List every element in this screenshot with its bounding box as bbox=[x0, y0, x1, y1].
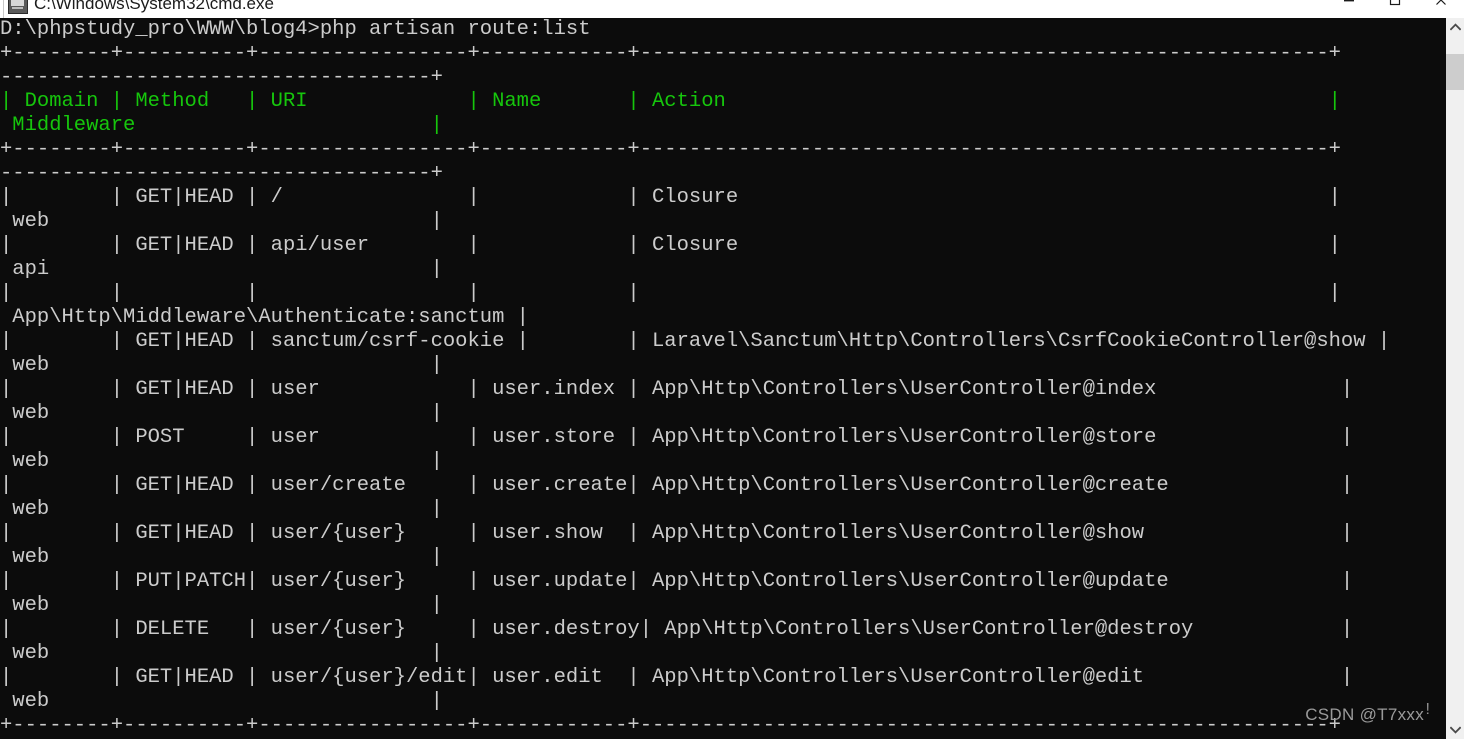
console-line: | | GET|HEAD | / | | Closure | bbox=[0, 186, 1341, 209]
window-left-edge bbox=[0, 0, 4, 18]
console-line: web | bbox=[0, 642, 443, 665]
console-line: | | GET|HEAD | user/{user}/edit| user.ed… bbox=[0, 666, 1354, 689]
chevron-up-icon bbox=[1449, 23, 1461, 31]
minimize-button[interactable] bbox=[1326, 0, 1372, 16]
console-line: +--------+----------+-----------------+-… bbox=[0, 42, 1341, 65]
window-title: C:\Windows\System32\cmd.exe bbox=[34, 0, 274, 13]
console-line: | | PUT|PATCH| user/{user} | user.update… bbox=[0, 570, 1354, 593]
console-scrollbar[interactable] bbox=[1446, 18, 1464, 739]
console-line: | | GET|HEAD | user/{user} | user.show |… bbox=[0, 522, 1354, 545]
minimize-icon bbox=[1344, 0, 1354, 2]
console-line: | | POST | user | user.store | App\Http\… bbox=[0, 426, 1354, 449]
title-bar: C:\Windows\System32\cmd.exe bbox=[0, 0, 1464, 18]
console-line: +--------+----------+-----------------+-… bbox=[0, 138, 1341, 161]
window-controls bbox=[1326, 0, 1464, 16]
chevron-down-icon bbox=[1449, 726, 1461, 734]
console-line: App\Http\Middleware\Authenticate:sanctum… bbox=[0, 306, 529, 329]
console-output-area[interactable]: D:\phpstudy_pro\WWW\blog4>php artisan ro… bbox=[0, 18, 1446, 739]
console-line: | | | | | | bbox=[0, 282, 1341, 305]
scrollbar-up-button[interactable] bbox=[1446, 18, 1464, 36]
console-line: web | bbox=[0, 210, 443, 233]
csdn-watermark: CSDN @T7xxx bbox=[1305, 705, 1424, 724]
prompt-line: D:\phpstudy_pro\WWW\blog4>php artisan ro… bbox=[0, 18, 591, 41]
console-line: web | bbox=[0, 594, 443, 617]
console-cursor-marker: ! bbox=[1425, 701, 1430, 718]
scrollbar-down-button[interactable] bbox=[1446, 721, 1464, 739]
close-button[interactable] bbox=[1418, 0, 1464, 16]
console-line: -----------------------------------+ bbox=[0, 162, 443, 185]
console-line: | Domain | Method | URI | Name | Action … bbox=[0, 90, 1341, 113]
console-line: | | GET|HEAD | user | user.index | App\H… bbox=[0, 378, 1354, 401]
console-line: api | bbox=[0, 258, 443, 281]
console-line: | | DELETE | user/{user} | user.destroy|… bbox=[0, 618, 1354, 641]
cmd-window: C:\Windows\System32\cmd.exe D:\phpstudy_… bbox=[0, 0, 1464, 739]
scrollbar-thumb[interactable] bbox=[1446, 54, 1464, 90]
maximize-button[interactable] bbox=[1372, 0, 1418, 16]
console-line: web | bbox=[0, 546, 443, 569]
console-line: web | bbox=[0, 690, 443, 713]
console-line: web | bbox=[0, 498, 443, 521]
console-line: | | GET|HEAD | api/user | | Closure | bbox=[0, 234, 1341, 257]
console-line: web | bbox=[0, 354, 443, 377]
close-icon bbox=[1436, 0, 1446, 5]
console-line: Middleware | bbox=[0, 114, 443, 137]
console-line: -----------------------------------+ bbox=[0, 66, 443, 89]
console-line: web | bbox=[0, 450, 443, 473]
cmd-icon bbox=[8, 0, 28, 14]
console-line: | | GET|HEAD | user/create | user.create… bbox=[0, 474, 1354, 497]
console-text: D:\phpstudy_pro\WWW\blog4>php artisan ro… bbox=[0, 18, 1390, 738]
console-line: web | bbox=[0, 402, 443, 425]
title-bar-left: C:\Windows\System32\cmd.exe bbox=[8, 0, 274, 14]
console-line: +--------+----------+-----------------+-… bbox=[0, 714, 1341, 737]
console-line: | | GET|HEAD | sanctum/csrf-cookie | | L… bbox=[0, 330, 1391, 353]
maximize-icon bbox=[1389, 0, 1401, 6]
